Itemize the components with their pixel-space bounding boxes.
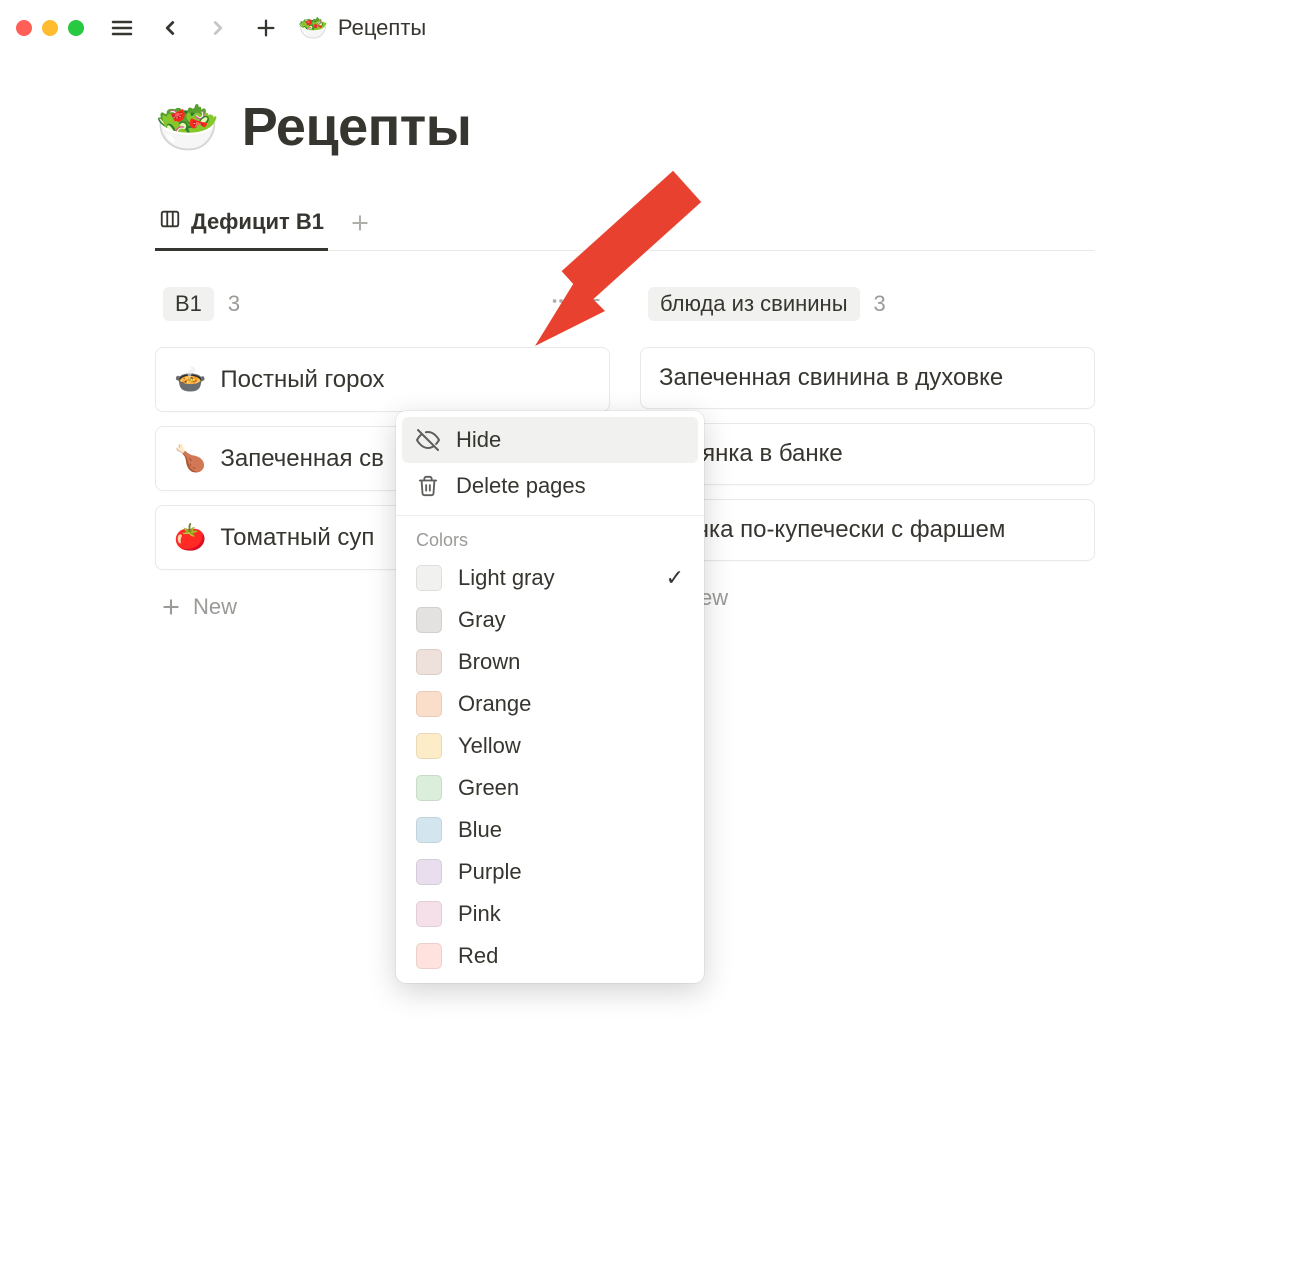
tab-active[interactable]: Дефицит В1 xyxy=(155,200,328,251)
add-card-label: New xyxy=(193,594,237,620)
board-card[interactable]: Гречка по-купечески с фаршем xyxy=(640,499,1095,561)
menu-divider xyxy=(396,515,704,516)
column-context-menu: Hide Delete pages Colors Light gray ✓ Gray… xyxy=(396,411,704,983)
page-header: 🥗 Рецепты xyxy=(155,96,1298,158)
color-list: Light gray ✓ Gray Brown Orange Yellow Green Blu… xyxy=(402,557,698,977)
column-count: 3 xyxy=(874,291,886,317)
card-emoji: 🍲 xyxy=(174,364,206,395)
menu-item-label: Hide xyxy=(456,427,501,453)
board-card[interactable]: Запеченная свинина в духовке xyxy=(640,347,1095,409)
color-label: Pink xyxy=(458,901,501,927)
add-card-button[interactable]: ew xyxy=(640,575,1095,621)
color-swatch xyxy=(416,859,442,885)
column-tag: блюда из свинины xyxy=(648,287,860,321)
color-label: Purple xyxy=(458,859,522,885)
card-title: Постный горох xyxy=(220,366,384,394)
color-swatch xyxy=(416,691,442,717)
color-option[interactable]: Yellow xyxy=(402,725,698,767)
color-option[interactable]: Green xyxy=(402,767,698,809)
menu-item-label: Delete pages xyxy=(456,473,586,499)
eye-off-icon xyxy=(416,428,440,452)
menu-section-colors: Colors xyxy=(402,522,698,557)
page-content: 🥗 Рецепты Дефицит В1 В1 3 xyxy=(0,56,1298,630)
color-label: Gray xyxy=(458,607,506,633)
column-add-button[interactable] xyxy=(582,290,602,318)
plus-icon xyxy=(582,290,602,310)
plus-icon xyxy=(255,17,277,39)
board-column: блюда из свинины 3 Запеченная свинина в … xyxy=(640,281,1095,630)
color-option[interactable]: Gray xyxy=(402,599,698,641)
board-area: В1 3 🍲 Постный горох 🍗 Запеченная св xyxy=(155,281,1298,630)
color-label: Red xyxy=(458,943,498,969)
board-icon xyxy=(159,208,181,236)
color-swatch xyxy=(416,943,442,969)
menu-item-hide[interactable]: Hide xyxy=(402,417,698,463)
column-tag: В1 xyxy=(163,287,214,321)
column-actions xyxy=(550,290,602,318)
check-icon: ✓ xyxy=(666,565,684,591)
window-close-button[interactable] xyxy=(16,20,32,36)
board-card[interactable]: Овсянка в банке xyxy=(640,423,1095,485)
breadcrumb-title: Рецепты xyxy=(338,15,426,41)
color-label: Orange xyxy=(458,691,531,717)
menu-item-delete[interactable]: Delete pages xyxy=(402,463,698,509)
color-label: Yellow xyxy=(458,733,521,759)
card-title: Гречка по-купечески с фаршем xyxy=(659,516,1005,544)
chevron-right-icon xyxy=(207,17,229,39)
page-emoji-small: 🥗 xyxy=(298,14,328,43)
nav-forward-button[interactable] xyxy=(202,12,234,44)
plus-icon xyxy=(161,597,181,617)
dots-icon xyxy=(550,290,572,312)
card-title: Запеченная свинина в духовке xyxy=(659,364,1003,392)
window-zoom-button[interactable] xyxy=(68,20,84,36)
trash-icon xyxy=(416,475,440,497)
new-page-button[interactable] xyxy=(250,12,282,44)
column-more-button[interactable] xyxy=(550,290,572,318)
color-option[interactable]: Brown xyxy=(402,641,698,683)
color-swatch xyxy=(416,775,442,801)
sidebar-toggle-button[interactable] xyxy=(106,12,138,44)
color-swatch xyxy=(416,817,442,843)
window-minimize-button[interactable] xyxy=(42,20,58,36)
nav-back-button[interactable] xyxy=(154,12,186,44)
color-option[interactable]: Red xyxy=(402,935,698,977)
color-option[interactable]: Blue xyxy=(402,809,698,851)
color-label: Green xyxy=(458,775,519,801)
tab-label: Дефицит В1 xyxy=(191,209,324,235)
window-toolbar: 🥗 Рецепты xyxy=(0,0,1298,56)
color-swatch xyxy=(416,565,442,591)
hamburger-icon xyxy=(110,16,134,40)
view-tabs: Дефицит В1 xyxy=(155,200,1095,251)
page-title[interactable]: Рецепты xyxy=(242,96,472,158)
color-option[interactable]: Orange xyxy=(402,683,698,725)
color-label: Light gray xyxy=(458,565,555,591)
column-header[interactable]: В1 3 xyxy=(155,281,610,327)
color-swatch xyxy=(416,733,442,759)
color-swatch xyxy=(416,649,442,675)
color-option[interactable]: Light gray ✓ xyxy=(402,557,698,599)
chevron-left-icon xyxy=(159,17,181,39)
add-view-button[interactable] xyxy=(344,209,376,241)
card-title: Томатный суп xyxy=(220,524,374,552)
color-option[interactable]: Pink xyxy=(402,893,698,935)
color-label: Brown xyxy=(458,649,520,675)
color-option[interactable]: Purple xyxy=(402,851,698,893)
add-card-label: ew xyxy=(700,585,728,611)
card-emoji: 🍅 xyxy=(174,522,206,553)
breadcrumb[interactable]: 🥗 Рецепты xyxy=(298,14,426,43)
card-emoji: 🍗 xyxy=(174,443,206,474)
page-icon[interactable]: 🥗 xyxy=(155,97,220,158)
plus-icon xyxy=(350,213,370,233)
column-count: 3 xyxy=(228,291,240,317)
color-label: Blue xyxy=(458,817,502,843)
card-title: Запеченная св xyxy=(220,445,384,473)
color-swatch xyxy=(416,607,442,633)
window-traffic-lights xyxy=(16,20,84,36)
color-swatch xyxy=(416,901,442,927)
column-header[interactable]: блюда из свинины 3 xyxy=(640,281,1095,327)
board-card[interactable]: 🍲 Постный горох xyxy=(155,347,610,412)
